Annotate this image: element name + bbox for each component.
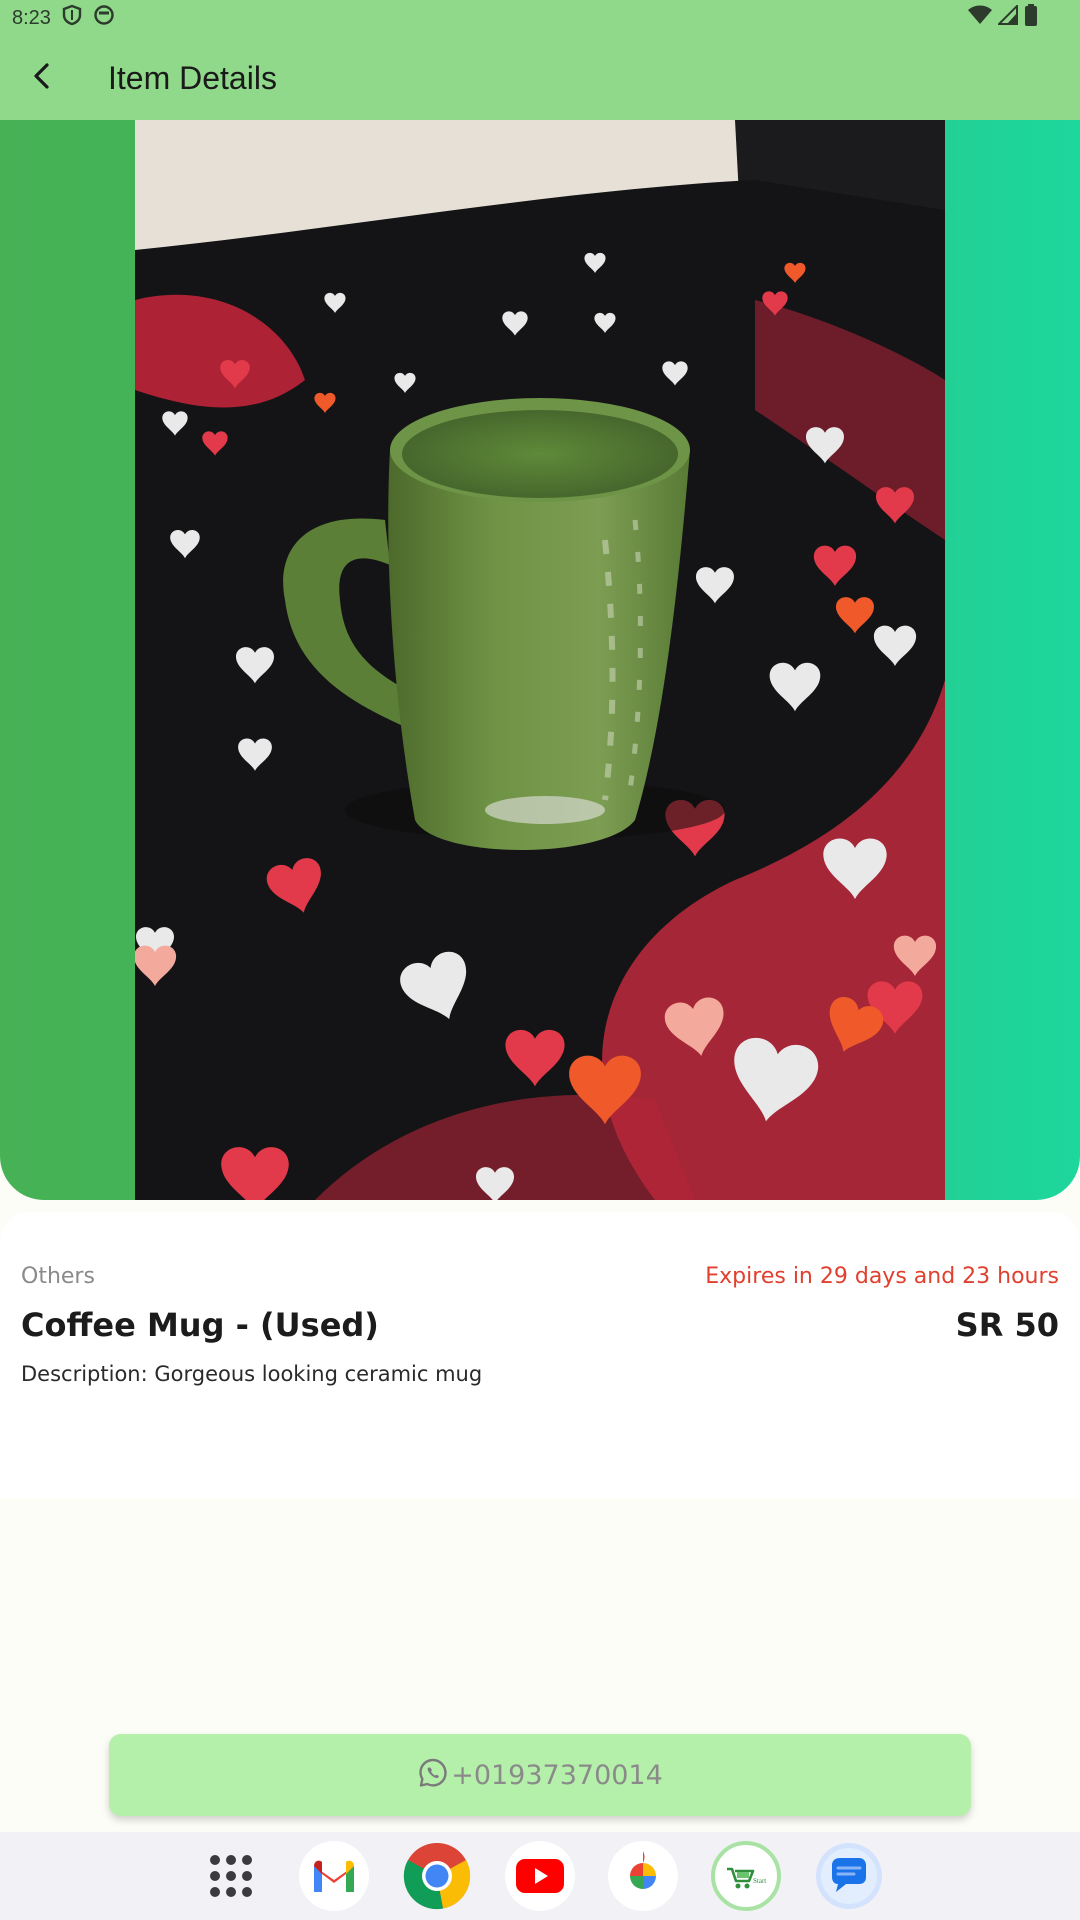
app-dock: Start — [0, 1832, 1080, 1920]
item-photo[interactable] — [135, 120, 945, 1200]
item-price: SR 50 — [955, 1306, 1059, 1344]
item-details-card: Others Expires in 29 days and 23 hours C… — [0, 1212, 1080, 1498]
whatsapp-icon — [417, 1757, 449, 1793]
app-bar: Item Details — [0, 36, 1080, 120]
messages-icon[interactable] — [814, 1841, 884, 1911]
face-icon — [93, 4, 115, 32]
whatsapp-contact-button[interactable]: +01937370014 — [109, 1734, 971, 1816]
page-title: Item Details — [108, 59, 277, 96]
status-time: 8:23 — [12, 6, 51, 29]
chrome-icon[interactable] — [402, 1841, 472, 1911]
back-button[interactable] — [0, 36, 84, 120]
shop-app-icon[interactable]: Start — [711, 1841, 781, 1911]
item-category: Others — [21, 1264, 95, 1289]
contact-phone: +01937370014 — [451, 1759, 663, 1791]
app-drawer-icon[interactable] — [196, 1841, 266, 1911]
signal-icon — [996, 3, 1018, 31]
gmail-icon[interactable] — [299, 1841, 369, 1911]
back-arrow-icon — [27, 61, 57, 95]
item-title: Coffee Mug - (Used) — [21, 1306, 379, 1344]
item-description: Description: Gorgeous looking ceramic mu… — [21, 1362, 483, 1386]
photos-icon[interactable] — [608, 1841, 678, 1911]
item-image-container — [0, 120, 1080, 1200]
wifi-icon — [968, 5, 992, 31]
youtube-icon[interactable] — [505, 1841, 575, 1911]
shield-icon — [61, 4, 83, 32]
svg-text:Start: Start — [753, 1877, 766, 1885]
status-bar: 8:23 — [0, 0, 1080, 36]
expiry-label: Expires in 29 days and 23 hours — [705, 1264, 1059, 1289]
battery-icon — [1024, 4, 1038, 32]
